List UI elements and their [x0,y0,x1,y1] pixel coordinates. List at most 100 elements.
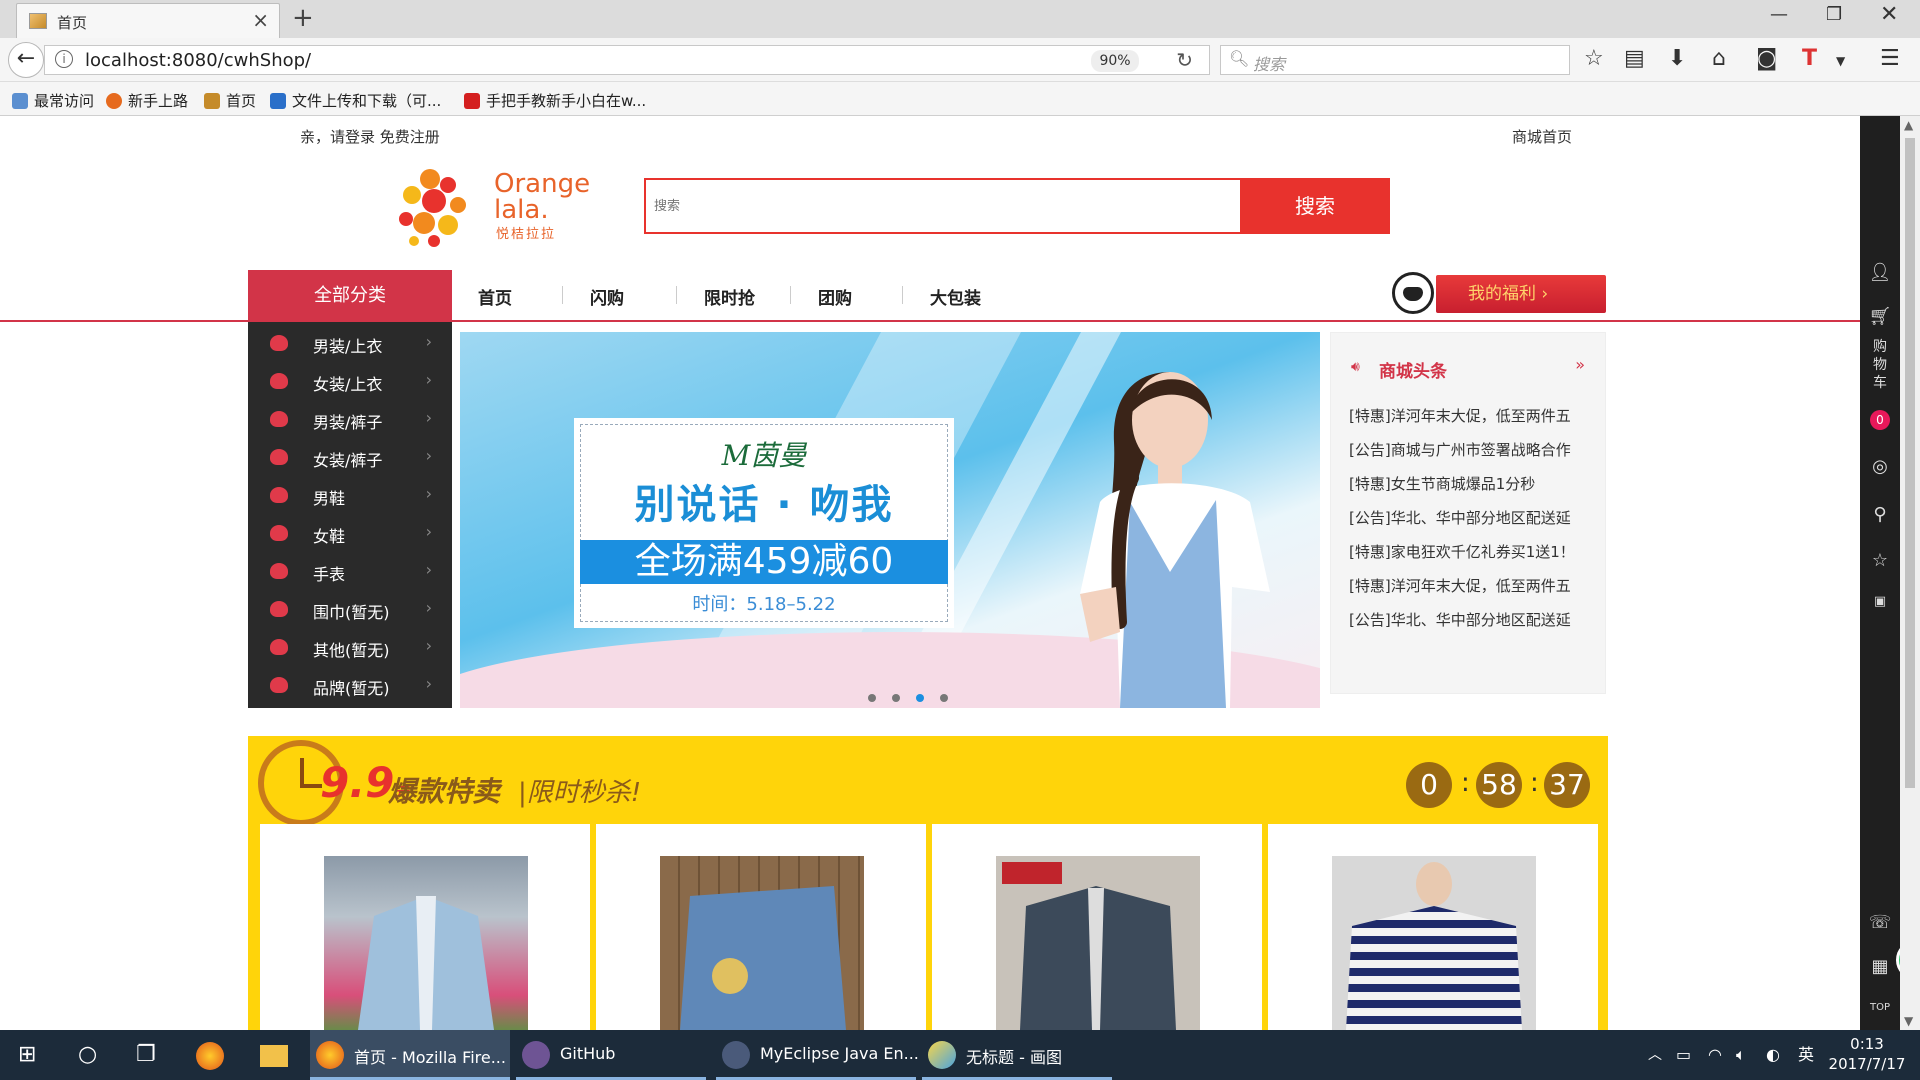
address-bar[interactable]: i localhost:8080/cwhShop/ 90% ↻ [44,45,1210,75]
category-item[interactable]: 女装/裤子 › [248,438,452,476]
bookmark-item[interactable]: 最常访问 [12,90,94,111]
all-categories-tab[interactable]: 全部分类 [248,270,452,322]
wallet-icon[interactable]: ◎ [1860,456,1900,477]
cortana-icon[interactable]: ○ [78,1030,97,1080]
carousel-dot[interactable] [868,694,876,702]
weather-icon[interactable]: ◐ [1766,1030,1780,1080]
bookmark-item[interactable]: 新手上路 [106,90,188,111]
restore-button[interactable]: ❐ [1826,4,1842,25]
product-image[interactable] [996,856,1200,1030]
nav-group-buy[interactable]: 团购 [818,284,852,309]
cart-label[interactable]: 购物车 [1860,338,1900,392]
page-scrollbar[interactable]: ▲ ▼ [1900,116,1920,1030]
back-to-top-button[interactable]: TOP [1860,1002,1900,1013]
tray-chevron-icon[interactable]: ︿ [1648,1030,1662,1080]
ime-indicator[interactable]: 英 [1798,1030,1814,1080]
bookmark-star-icon[interactable]: ☆ [1584,46,1604,71]
task-view-icon[interactable]: ❐ [136,1030,156,1080]
scrollbar-thumb[interactable] [1905,138,1915,788]
product-image[interactable] [1332,856,1536,1030]
login-register-link[interactable]: 亲，请登录 免费注册 [300,126,440,147]
bookmark-item[interactable]: 首页 [204,90,256,111]
nav-flash[interactable]: 闪购 [590,284,624,309]
start-icon[interactable]: ⊞ [18,1030,36,1080]
countdown-minutes: 58 [1476,762,1522,808]
carousel-dot[interactable] [940,694,948,702]
news-item[interactable]: [公告]华北、华中部分地区配送延 [1349,507,1599,528]
mall-home-link[interactable]: 商城首页 [1512,126,1572,147]
category-item[interactable]: 品牌(暂无) › [248,666,452,704]
category-item[interactable]: 男装/上衣 › [248,324,452,362]
news-item[interactable]: [公告]商城与广州市签署战略合作 [1349,439,1599,460]
product-card[interactable] [596,824,926,1030]
user-icon[interactable]: 👤︎ [1860,262,1900,283]
footprint-icon[interactable]: ⚲ [1860,504,1900,525]
promo-banner[interactable]: M茵曼 别说话 · 吻我 全场满459减60 时间：5.18–5.22 [460,332,1320,708]
carousel-dot-active[interactable] [916,694,924,702]
carousel-dot[interactable] [892,694,900,702]
taskbar-app-myeclipse[interactable]: MyEclipse Java En... [716,1030,919,1080]
category-item[interactable]: 男鞋 › [248,476,452,514]
taskbar-app-github[interactable]: GitHub [516,1030,706,1080]
close-window-button[interactable]: ✕ [1880,2,1898,27]
translate-addon-icon[interactable]: T [1802,46,1817,71]
news-more-link[interactable]: » [1575,355,1585,374]
category-item[interactable]: 围巾(暂无) › [248,590,452,628]
product-image[interactable] [324,856,528,1030]
taskbar-app-paint[interactable]: 无标题 - 画图 [922,1030,1112,1080]
news-item[interactable]: [特惠]家电狂欢千亿礼券买1送1！ [1349,541,1599,562]
scroll-up-arrow[interactable]: ▲ [1904,118,1913,132]
reload-icon[interactable]: ↻ [1176,48,1193,72]
zoom-indicator[interactable]: 90% [1091,50,1139,72]
minimize-button[interactable]: — [1770,4,1788,25]
product-card[interactable] [932,824,1262,1030]
menu-icon[interactable]: ☰ [1880,46,1900,71]
cart-icon[interactable]: 🛒︎ [1860,306,1900,327]
product-card[interactable] [1268,824,1598,1030]
close-tab-icon[interactable]: × [252,8,269,32]
category-item[interactable]: 其他(暂无) › [248,628,452,666]
category-item[interactable]: 手表 › [248,552,452,590]
bookmark-item[interactable]: 文件上传和下载（可... [270,90,441,111]
downloads-icon[interactable]: ⬇ [1668,46,1686,71]
reading-list-icon[interactable]: ▤ [1624,46,1645,71]
addon-dropdown-icon[interactable]: ▼ [1836,54,1845,68]
pocket-icon[interactable]: ◙ [1756,46,1777,71]
bookmark-item[interactable]: 手把手教新手小白在w... [464,90,646,111]
qrcode-icon[interactable]: ▦ [1860,956,1900,977]
search-input[interactable] [646,180,1242,232]
firefox-pinned-icon[interactable] [196,1030,224,1080]
site-logo[interactable]: Orange lala. 悦桔拉拉 [390,161,590,251]
category-item[interactable]: 女鞋 › [248,514,452,552]
category-item[interactable]: 男装/裤子 › [248,400,452,438]
taskbar-clock[interactable]: 0:13 2017/7/17 [1822,1034,1912,1074]
scroll-down-arrow[interactable]: ▼ [1904,1014,1913,1028]
new-tab-button[interactable]: + [292,3,314,33]
site-search-input[interactable] [644,178,1244,234]
product-image[interactable] [660,856,864,1030]
nav-bulk[interactable]: 大包装 [930,284,981,309]
back-button[interactable]: ← [8,42,44,78]
search-button[interactable]: 搜索 [1240,178,1390,234]
wifi-icon[interactable]: ◠ [1708,1030,1722,1080]
nav-home[interactable]: 首页 [478,284,512,309]
nav-limited[interactable]: 限时抢 [704,284,755,309]
coupon-icon[interactable]: ▣ [1860,594,1900,609]
category-item[interactable]: 女装/上衣 › [248,362,452,400]
news-item[interactable]: [特惠]洋河年末大促，低至两件五 [1349,575,1599,596]
file-explorer-icon[interactable] [260,1030,288,1080]
home-icon[interactable]: ⌂ [1712,46,1726,71]
favorites-star-icon[interactable]: ☆ [1860,550,1900,571]
product-card[interactable] [260,824,590,1030]
browser-search-field[interactable]: 🔍︎ 搜索 [1220,45,1570,75]
service-icon[interactable]: ☏ [1860,912,1900,933]
volume-icon[interactable]: 🔈︎ [1736,1030,1746,1080]
taskbar-app-firefox[interactable]: 首页 - Mozilla Fire... [310,1030,510,1080]
battery-icon[interactable]: ▭ [1676,1030,1691,1080]
browser-tab[interactable]: 首页 × [16,3,280,38]
news-item[interactable]: [特惠]洋河年末大促，低至两件五 [1349,405,1599,426]
my-welfare-button[interactable]: 我的福利 › [1436,275,1606,313]
news-item[interactable]: [公告]华北、华中部分地区配送延 [1349,609,1599,630]
site-info-icon[interactable]: i [55,50,73,68]
news-item[interactable]: [特惠]女生节商城爆品1分秒 [1349,473,1599,494]
